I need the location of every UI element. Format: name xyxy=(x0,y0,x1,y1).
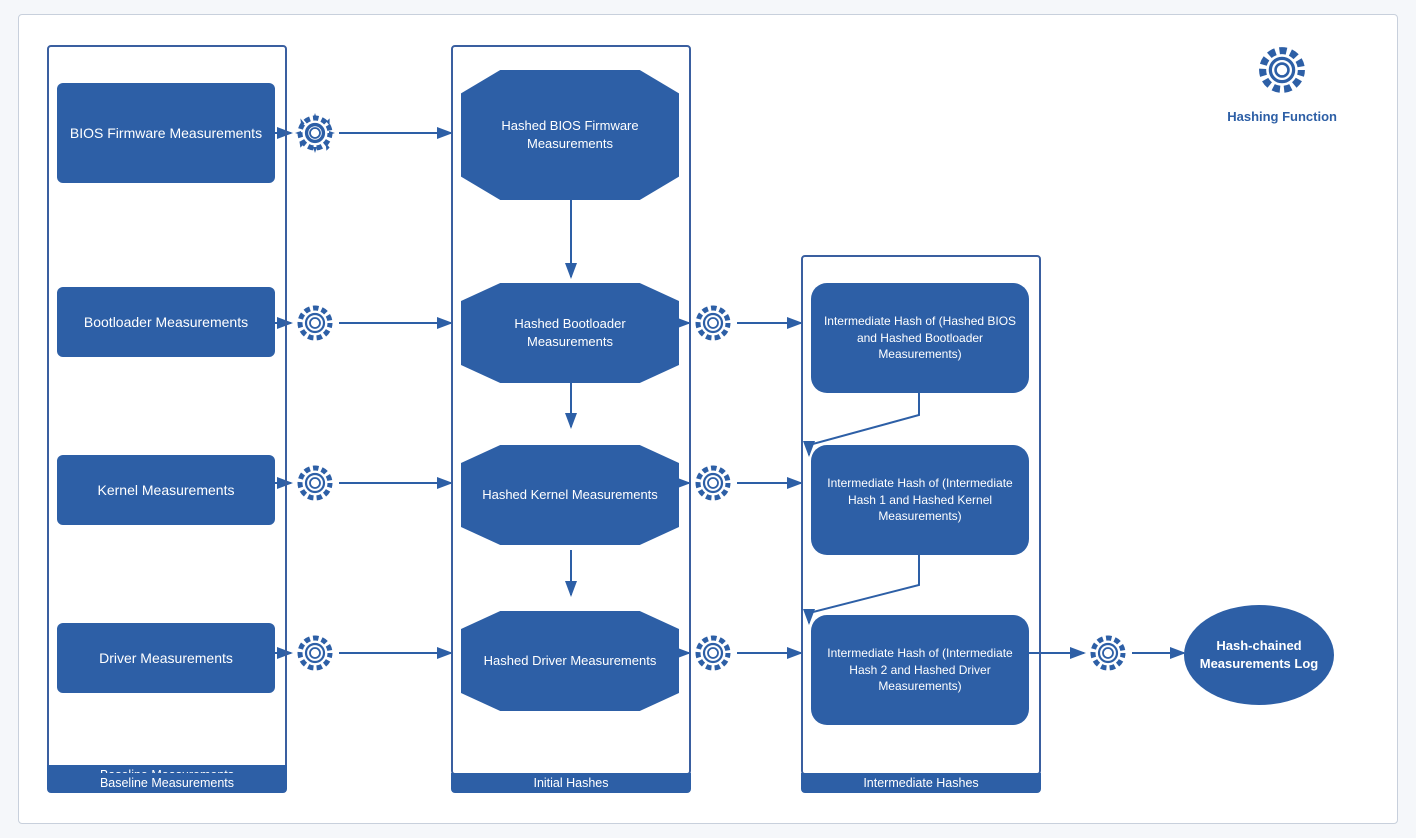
initial-label-bottom: Initial Hashes xyxy=(451,773,691,793)
hashed-bios-octagon: Hashed BIOS Firmware Measurements xyxy=(461,70,679,200)
inter-hash-2: Intermediate Hash of (Intermediate Hash … xyxy=(811,445,1029,555)
kernel-box: Kernel Measurements xyxy=(57,455,275,525)
gear-2 xyxy=(291,299,339,352)
hashed-bootloader-octagon: Hashed Bootloader Measurements xyxy=(461,283,679,383)
hashed-driver-octagon: Hashed Driver Measurements xyxy=(461,611,679,711)
inter-hash-1: Intermediate Hash of (Hashed BIOS and Ha… xyxy=(811,283,1029,393)
gear-5 xyxy=(689,299,737,352)
final-ellipse: Hash-chained Measurements Log xyxy=(1184,605,1334,705)
bios-box: BIOS Firmware Measurements xyxy=(57,83,275,183)
gear-1 xyxy=(291,109,339,162)
legend-label: Hashing Function xyxy=(1227,109,1337,124)
driver-box: Driver Measurements xyxy=(57,623,275,693)
bootloader-box: Bootloader Measurements xyxy=(57,287,275,357)
gear-7 xyxy=(689,629,737,682)
intermediate-label-bottom: Intermediate Hashes xyxy=(801,773,1041,793)
legend-gear-icon xyxy=(1251,39,1313,101)
legend-area: Hashing Function xyxy=(1227,39,1337,124)
gear-3 xyxy=(291,459,339,512)
diagram-container: Baseline Measurements BIOS Firmware Meas… xyxy=(18,14,1398,824)
inter-hash-3: Intermediate Hash of (Intermediate Hash … xyxy=(811,615,1029,725)
gear-8 xyxy=(1084,629,1132,682)
gear-4 xyxy=(291,629,339,682)
gear-6 xyxy=(689,459,737,512)
baseline-label-bottom: Baseline Measurements xyxy=(47,773,287,793)
hashed-kernel-octagon: Hashed Kernel Measurements xyxy=(461,445,679,545)
